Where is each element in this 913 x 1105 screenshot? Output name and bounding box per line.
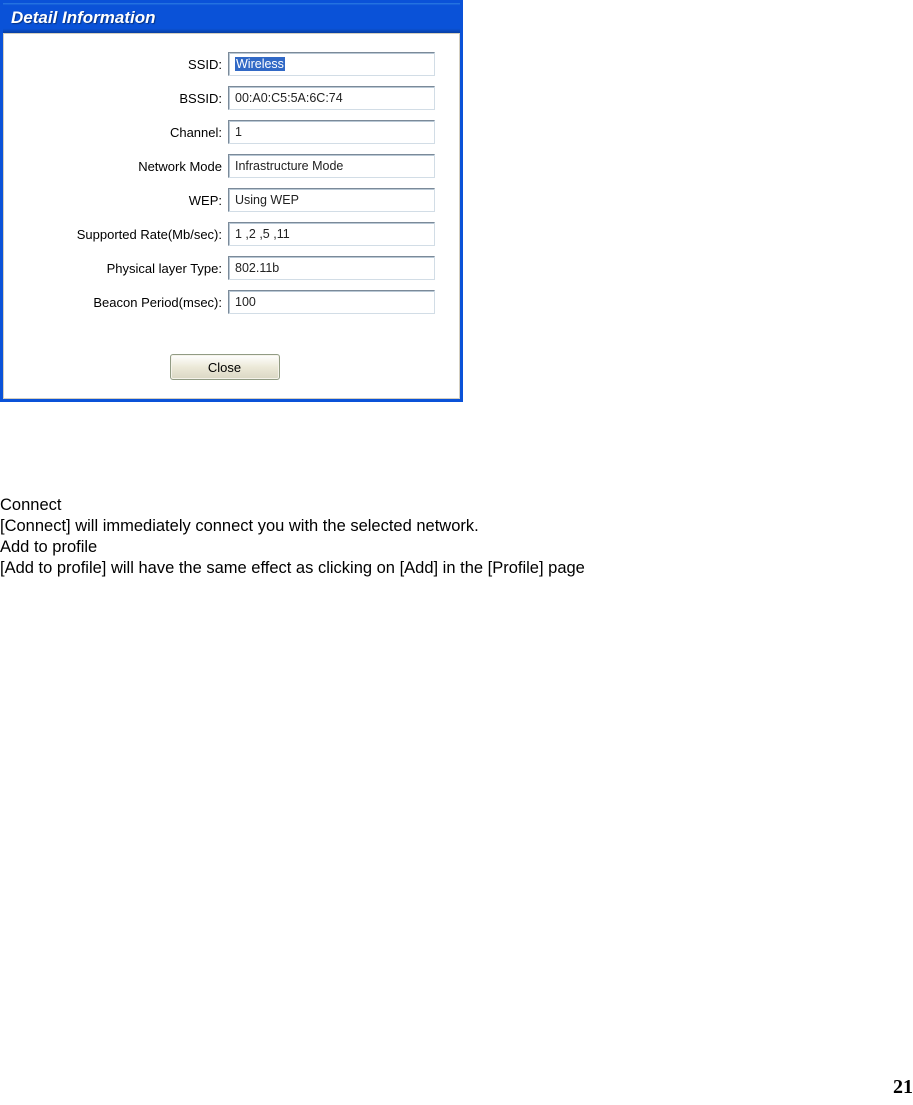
network-mode-field[interactable]: Infrastructure Mode [228,154,435,178]
wep-value: Using WEP [235,193,299,207]
physical-layer-label: Physical layer Type: [14,261,222,276]
row-wep: WEP: Using WEP [14,188,435,212]
wep-field[interactable]: Using WEP [228,188,435,212]
channel-field[interactable]: 1 [228,120,435,144]
supported-rate-field[interactable]: 1 ,2 ,5 ,11 [228,222,435,246]
physical-layer-field[interactable]: 802.11b [228,256,435,280]
row-supported-rate: Supported Rate(Mb/sec): 1 ,2 ,5 ,11 [14,222,435,246]
connect-body: [Connect] will immediately connect you w… [0,516,585,537]
row-network-mode: Network Mode Infrastructure Mode [14,154,435,178]
bssid-label: BSSID: [14,91,222,106]
row-ssid: SSID: Wireless [14,52,435,76]
connect-heading: Connect [0,495,585,516]
detail-information-dialog: Detail Information SSID: Wireless BSSID:… [0,0,463,402]
beacon-period-field[interactable]: 100 [228,290,435,314]
dialog-body: SSID: Wireless BSSID: 00:A0:C5:5A:6C:74 … [3,33,460,399]
supported-rate-value: 1 ,2 ,5 ,11 [235,227,290,241]
row-beacon-period: Beacon Period(msec): 100 [14,290,435,314]
beacon-period-label: Beacon Period(msec): [14,295,222,310]
bssid-field[interactable]: 00:A0:C5:5A:6C:74 [228,86,435,110]
physical-layer-value: 802.11b [235,261,279,275]
ssid-field[interactable]: Wireless [228,52,435,76]
network-mode-label: Network Mode [14,159,222,174]
dialog-title: Detail Information [11,8,156,28]
close-button[interactable]: Close [170,354,280,380]
row-bssid: BSSID: 00:A0:C5:5A:6C:74 [14,86,435,110]
bssid-value: 00:A0:C5:5A:6C:74 [235,91,343,105]
supported-rate-label: Supported Rate(Mb/sec): [14,227,222,242]
document-text: Connect [Connect] will immediately conne… [0,495,585,579]
row-physical-layer: Physical layer Type: 802.11b [14,256,435,280]
dialog-titlebar[interactable]: Detail Information [3,3,460,33]
add-to-profile-body: [Add to profile] will have the same effe… [0,558,585,579]
ssid-label: SSID: [14,57,222,72]
network-mode-value: Infrastructure Mode [235,159,343,173]
beacon-period-value: 100 [235,295,256,309]
button-row: Close [14,354,435,380]
add-to-profile-heading: Add to profile [0,537,585,558]
wep-label: WEP: [14,193,222,208]
channel-label: Channel: [14,125,222,140]
row-channel: Channel: 1 [14,120,435,144]
channel-value: 1 [235,125,242,139]
page-number: 21 [893,1076,913,1099]
ssid-value: Wireless [235,57,285,71]
